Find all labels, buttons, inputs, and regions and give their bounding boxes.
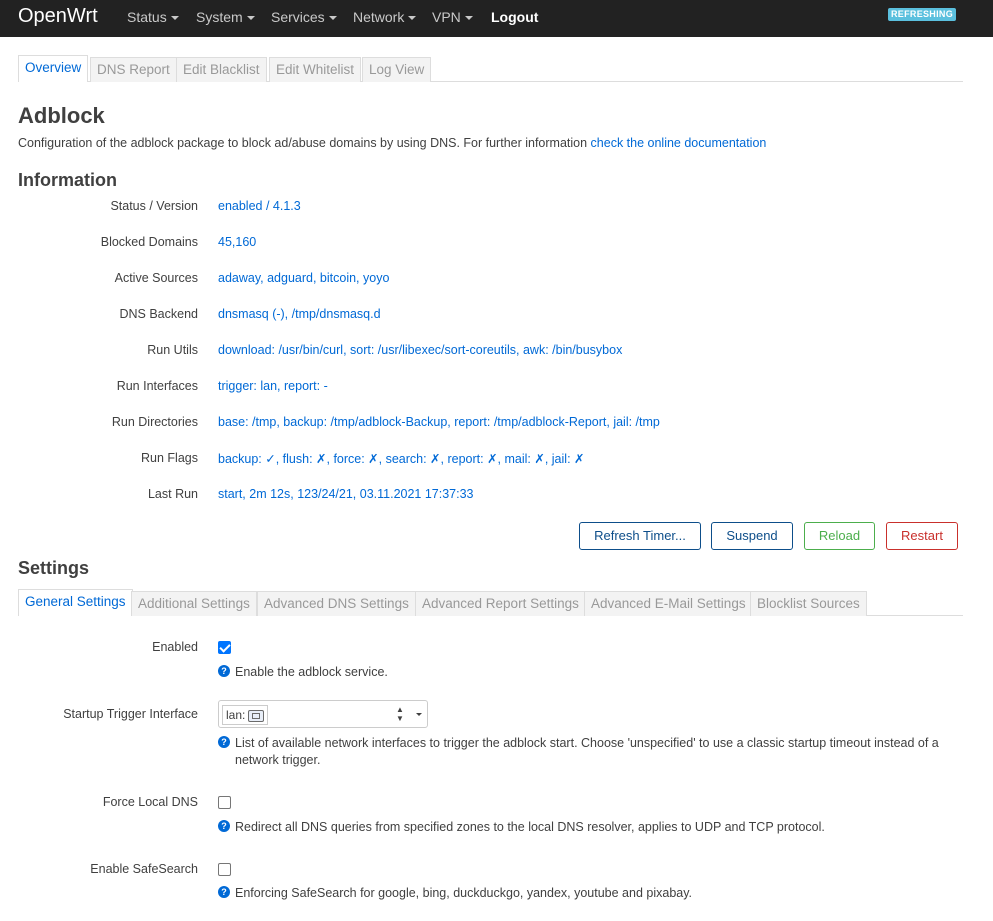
info-value-run-utils: download: /usr/bin/curl, sort: /usr/libe…: [218, 343, 623, 357]
menu-services-label: Services: [271, 9, 325, 25]
tab-advanced-dns-settings[interactable]: Advanced DNS Settings: [257, 591, 416, 616]
suspend-button[interactable]: Suspend: [711, 522, 793, 550]
refresh-timer-button[interactable]: Refresh Timer...: [579, 522, 701, 550]
menu-system[interactable]: System: [196, 0, 255, 37]
startup-trigger-help-text: List of available network interfaces to …: [235, 736, 939, 767]
info-value-blocked-domains: 45,160: [218, 235, 257, 249]
tab-dns-report[interactable]: DNS Report: [90, 57, 177, 82]
tab-edit-blacklist[interactable]: Edit Blacklist: [176, 57, 267, 82]
menu-vpn-label: VPN: [432, 9, 461, 25]
info-value-last-run: start, 2m 12s, 123/24/21, 03.11.2021 17:…: [218, 487, 474, 501]
top-navbar: OpenWrt Status System Services Network V…: [0, 0, 993, 37]
menu-status[interactable]: Status: [127, 0, 179, 37]
settings-heading: Settings: [18, 558, 90, 578]
safesearch-checkbox[interactable]: [218, 863, 231, 876]
chevron-down-icon: [408, 16, 417, 21]
menu-vpn[interactable]: VPN: [432, 0, 473, 37]
safesearch-label: Enable SafeSearch: [90, 862, 198, 876]
chevron-down-icon: [328, 16, 337, 21]
startup-trigger-help: ? List of available network interfaces t…: [218, 735, 958, 769]
information-heading: Information: [18, 170, 117, 190]
logout-link[interactable]: Logout: [491, 0, 538, 37]
interface-chip: lan:: [222, 705, 269, 725]
help-icon: ?: [218, 820, 230, 832]
info-value-run-directories: base: /tmp, backup: /tmp/adblock-Backup,…: [218, 415, 660, 429]
safesearch-help: ? Enforcing SafeSearch for google, bing,…: [218, 885, 958, 902]
enabled-label: Enabled: [152, 640, 198, 654]
menu-network[interactable]: Network: [353, 0, 417, 37]
force-local-dns-help-text: Redirect all DNS queries from specified …: [235, 820, 825, 834]
safesearch-help-text: Enforcing SafeSearch for google, bing, d…: [235, 886, 693, 900]
enabled-help: ? Enable the adblock service.: [218, 664, 958, 681]
settings-tabs: General Settings Additional Settings Adv…: [18, 589, 963, 616]
page-description: Configuration of the adblock package to …: [18, 136, 766, 150]
page-title: Adblock: [18, 103, 105, 128]
info-label-last-run: Last Run: [147, 487, 198, 501]
info-value-run-interfaces: trigger: lan, report: -: [218, 379, 328, 393]
page-description-text: Configuration of the adblock package to …: [18, 136, 591, 150]
tab-general-settings[interactable]: General Settings: [18, 589, 133, 616]
startup-trigger-select[interactable]: lan: ▲ ▼: [218, 700, 428, 728]
info-value-run-flags: backup: ✓, flush: ✗, force: ✗, search: ✗…: [218, 452, 585, 466]
menu-status-label: Status: [127, 9, 167, 25]
network-interface-icon: [248, 709, 265, 722]
startup-trigger-label: Startup Trigger Interface: [63, 707, 198, 721]
tab-blocklist-sources[interactable]: Blocklist Sources: [750, 591, 867, 616]
tab-edit-whitelist[interactable]: Edit Whitelist: [269, 57, 362, 82]
info-value-dns-backend: dnsmasq (-), /tmp/dnsmasq.d: [218, 307, 381, 321]
force-local-dns-help: ? Redirect all DNS queries from specifie…: [218, 819, 958, 836]
restart-button[interactable]: Restart: [886, 522, 958, 550]
info-label-run-directories: Run Directories: [111, 415, 198, 429]
menu-services[interactable]: Services: [271, 0, 337, 37]
enabled-help-text: Enable the adblock service.: [235, 665, 388, 679]
chevron-down-icon[interactable]: [416, 713, 422, 716]
brand-logo[interactable]: OpenWrt: [18, 5, 98, 28]
tab-overview[interactable]: Overview: [18, 55, 89, 82]
info-value-active-sources: adaway, adguard, bitcoin, yoyo: [218, 271, 390, 285]
tab-log-view[interactable]: Log View: [362, 57, 432, 82]
reload-button[interactable]: Reload: [804, 522, 875, 550]
force-local-dns-checkbox[interactable]: [218, 796, 231, 809]
chevron-down-icon: [246, 16, 255, 21]
refreshing-badge[interactable]: REFRESHING: [888, 8, 957, 21]
info-value-status-version: enabled / 4.1.3: [218, 199, 301, 213]
tab-additional-settings[interactable]: Additional Settings: [131, 591, 257, 616]
interface-chip-label: lan:: [226, 708, 246, 722]
help-icon: ?: [218, 665, 230, 677]
stepper-arrows-icon[interactable]: ▲ ▼: [396, 705, 404, 723]
help-icon: ?: [218, 736, 230, 748]
info-label-active-sources: Active Sources: [114, 271, 198, 285]
info-label-status-version: Status / Version: [110, 199, 198, 213]
tab-advanced-email-settings[interactable]: Advanced E-Mail Settings: [584, 591, 753, 616]
chevron-down-icon: [464, 16, 473, 21]
menu-network-label: Network: [353, 9, 405, 25]
enabled-checkbox[interactable]: [218, 641, 231, 654]
info-label-run-interfaces: Run Interfaces: [116, 379, 198, 393]
info-label-blocked-domains: Blocked Domains: [100, 235, 198, 249]
info-label-run-utils: Run Utils: [147, 343, 198, 357]
info-label-dns-backend: DNS Backend: [119, 307, 198, 321]
chevron-down-icon: [170, 16, 179, 21]
info-label-run-flags: Run Flags: [141, 451, 198, 465]
tab-advanced-report-settings[interactable]: Advanced Report Settings: [415, 591, 586, 616]
adblock-tabs: Overview DNS Report Edit Blacklist Edit …: [18, 55, 963, 82]
force-local-dns-label: Force Local DNS: [102, 795, 198, 809]
online-documentation-link[interactable]: check the online documentation: [591, 136, 767, 150]
menu-system-label: System: [196, 9, 243, 25]
help-icon: ?: [218, 886, 230, 898]
